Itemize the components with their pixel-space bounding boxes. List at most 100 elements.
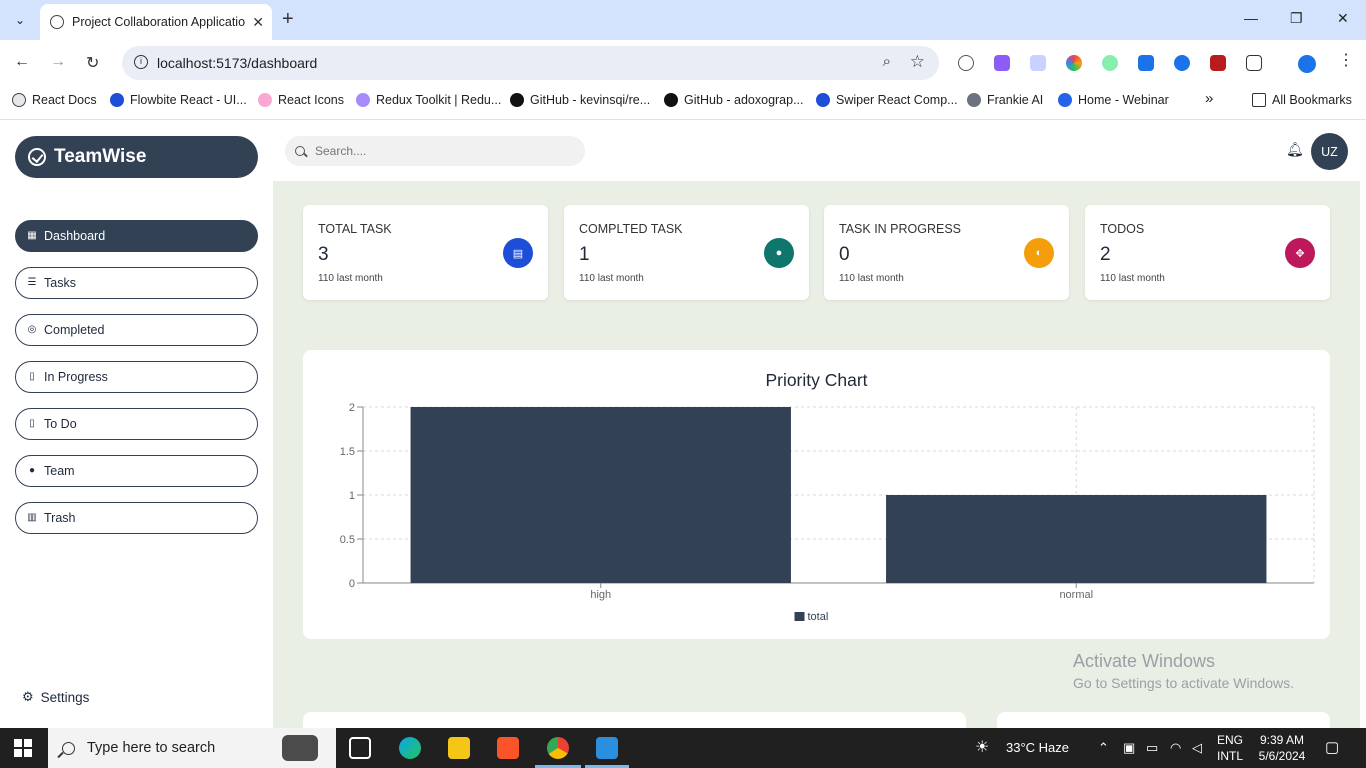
globe-icon	[967, 93, 981, 107]
bookmark-label: Frankie AI	[987, 93, 1044, 107]
taskbar-search[interactable]: Type here to search	[48, 728, 336, 768]
search-input[interactable]	[315, 144, 555, 158]
flowbite-icon	[110, 93, 124, 107]
clock[interactable]: 9:39 AM 5/6/2024	[1252, 732, 1312, 764]
bookmark-item[interactable]: Home - Webinar	[1058, 93, 1169, 107]
bookmark-item[interactable]: GitHub - kevinsqi/re...	[510, 93, 650, 107]
notifications-icon[interactable]: ▢	[1325, 738, 1339, 756]
extension-icon[interactable]	[958, 55, 974, 71]
y-tick-label: 1	[349, 490, 355, 502]
stat-subtext: 110 last month	[839, 273, 904, 284]
file-explorer-icon[interactable]	[448, 737, 470, 759]
extension-icon[interactable]	[1102, 55, 1118, 71]
x-tick-label: normal	[1059, 589, 1093, 601]
chrome-icon[interactable]	[547, 737, 569, 759]
sidebar-item-trash[interactable]: ▥ Trash	[15, 502, 258, 534]
minimize-icon[interactable]: —	[1244, 10, 1258, 26]
puzzle-icon[interactable]	[1246, 55, 1262, 71]
forward-icon[interactable]: →	[50, 53, 66, 71]
task-view-icon[interactable]	[349, 737, 371, 759]
new-tab-icon[interactable]: +	[282, 9, 294, 29]
sidebar-item-completed[interactable]: ◎ Completed	[15, 314, 258, 346]
github-icon	[664, 93, 678, 107]
settings-label: Settings	[40, 689, 90, 705]
weather-icon[interactable]: ☀	[975, 737, 989, 757]
bookmark-label: GitHub - adoxograp...	[684, 93, 804, 107]
profile-icon[interactable]	[1298, 55, 1316, 73]
all-bookmarks-button[interactable]: All Bookmarks	[1252, 93, 1352, 107]
edge-icon[interactable]	[399, 737, 421, 759]
more-menu-icon[interactable]: ⋮	[1338, 53, 1354, 69]
bookmark-item[interactable]: GitHub - adoxograp...	[664, 93, 804, 107]
y-tick-label: 0	[349, 578, 355, 590]
sidebar-item-label: Tasks	[44, 276, 76, 290]
react-icon	[12, 93, 26, 107]
stat-value: 2	[1100, 244, 1111, 265]
avatar[interactable]: UZ	[1311, 133, 1348, 170]
brand-logo[interactable]: TeamWise	[15, 136, 258, 178]
sidebar-item-to-do[interactable]: ▯ To Do	[15, 408, 258, 440]
list-icon: ☰	[27, 277, 37, 288]
zoom-icon[interactable]: ⌕	[883, 53, 891, 70]
search-box[interactable]	[285, 136, 585, 166]
password-manager-icon[interactable]	[1174, 55, 1190, 71]
windows-taskbar: Type here to search ☀ 33°C Haze ⌃ ▣ ▭ ◠ …	[0, 728, 1366, 768]
check-circle-icon	[28, 148, 46, 166]
clock-date: 5/6/2024	[1258, 749, 1306, 763]
sidebar-item-in-progress[interactable]: ▯ In Progress	[15, 361, 258, 393]
stat-subtext: 110 last month	[318, 273, 383, 284]
volume-icon[interactable]: ◁	[1192, 740, 1202, 756]
close-tab-icon[interactable]: ✕	[252, 14, 264, 31]
sidebar-item-label: Dashboard	[44, 229, 106, 243]
vscode-icon[interactable]	[596, 737, 618, 759]
note-icon: ▤	[503, 238, 533, 268]
y-tick-label: 2	[349, 402, 355, 414]
site-info-icon[interactable]: i	[134, 55, 148, 69]
bookmark-star-icon[interactable]: ☆	[910, 52, 925, 72]
brave-icon[interactable]	[497, 737, 519, 759]
sidebar-item-tasks[interactable]: ☰ Tasks	[15, 267, 258, 299]
bookmarks-overflow-icon[interactable]: »	[1205, 90, 1213, 107]
chevron-up-icon[interactable]: ⌃	[1098, 740, 1109, 756]
sidebar-item-team[interactable]: ● Team	[15, 455, 258, 487]
weather-text[interactable]: 33°C Haze	[1006, 740, 1069, 755]
extension-icon[interactable]	[1066, 55, 1082, 71]
meet-icon[interactable]: ▣	[1123, 740, 1135, 756]
bookmark-item[interactable]: Redux Toolkit | Redu...	[356, 93, 501, 107]
folder-icon	[1252, 93, 1266, 107]
bookmark-item[interactable]: Swiper React Comp...	[816, 93, 958, 107]
browser-tabstrip: ⌄ Project Collaboration Applicatio ✕ + —…	[0, 0, 1366, 40]
close-window-icon[interactable]: ✕	[1337, 10, 1349, 27]
brand-name: TeamWise	[54, 146, 147, 167]
tab-title: Project Collaboration Applicatio	[72, 15, 246, 29]
language-indicator[interactable]: ENG INTL	[1214, 732, 1246, 764]
browser-tab[interactable]: Project Collaboration Applicatio ✕	[40, 4, 272, 40]
globe-icon	[50, 15, 64, 29]
tab-search-icon[interactable]: ⌄	[8, 8, 32, 32]
y-tick-label: 1.5	[340, 446, 355, 458]
bookmark-item[interactable]: React Docs	[12, 93, 97, 107]
reload-icon[interactable]: ↻	[86, 53, 99, 73]
stat-subtext: 110 last month	[579, 273, 644, 284]
windows-start-icon[interactable]	[14, 739, 32, 757]
restore-icon[interactable]: ❐	[1290, 10, 1303, 27]
bell-icon[interactable]: 🔔︎	[1286, 141, 1304, 158]
address-bar[interactable]: i localhost:5173/dashboard ⌕ ☆	[122, 46, 939, 80]
stat-card-completed: COMPLTED TASK 1 110 last month ●	[564, 205, 809, 300]
bookmark-item[interactable]: Frankie AI	[967, 93, 1043, 107]
extension-icon[interactable]	[1210, 55, 1226, 71]
wifi-icon[interactable]: ◠	[1170, 740, 1181, 756]
shield-icon[interactable]	[1138, 55, 1154, 71]
chart-bar	[410, 407, 791, 583]
extension-icon[interactable]	[1030, 55, 1046, 71]
sidebar-item-dashboard[interactable]: ▦ Dashboard	[15, 220, 258, 252]
back-icon[interactable]: ←	[14, 53, 30, 71]
bookmark-label: Home - Webinar	[1078, 93, 1169, 107]
check-badge-icon: ●	[764, 238, 794, 268]
extension-icon[interactable]	[994, 55, 1010, 71]
url-text: localhost:5173/dashboard	[157, 55, 318, 71]
bookmark-item[interactable]: React Icons	[258, 93, 344, 107]
bookmark-item[interactable]: Flowbite React - UI...	[110, 93, 247, 107]
settings-link[interactable]: ⚙ Settings	[22, 689, 89, 705]
battery-icon[interactable]: ▭	[1146, 740, 1158, 756]
